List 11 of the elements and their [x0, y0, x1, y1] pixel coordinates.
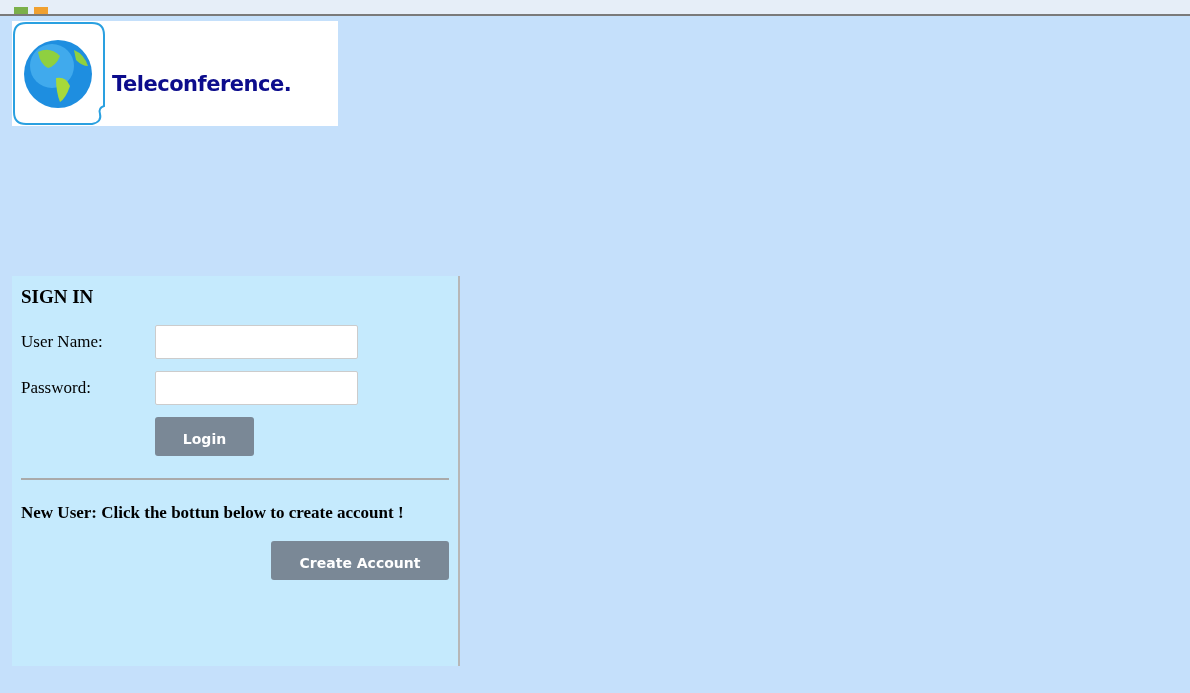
toolbar-icon[interactable] — [34, 7, 48, 14]
field-label: User Name: — [21, 331, 104, 354]
field-label: Password: — [21, 377, 92, 400]
input-field[interactable] — [155, 370, 358, 405]
input-field[interactable] — [155, 324, 358, 359]
create-account-button[interactable]: Create Account — [271, 540, 449, 580]
login-button[interactable]: Login — [155, 416, 254, 456]
panel-title: SIGN IN — [21, 286, 95, 309]
logo-text: Teleconference. — [112, 70, 292, 98]
toolbar-icon[interactable] — [14, 7, 28, 14]
new-user-text: New User: Click the bottun below to create account ! — [21, 501, 405, 524]
